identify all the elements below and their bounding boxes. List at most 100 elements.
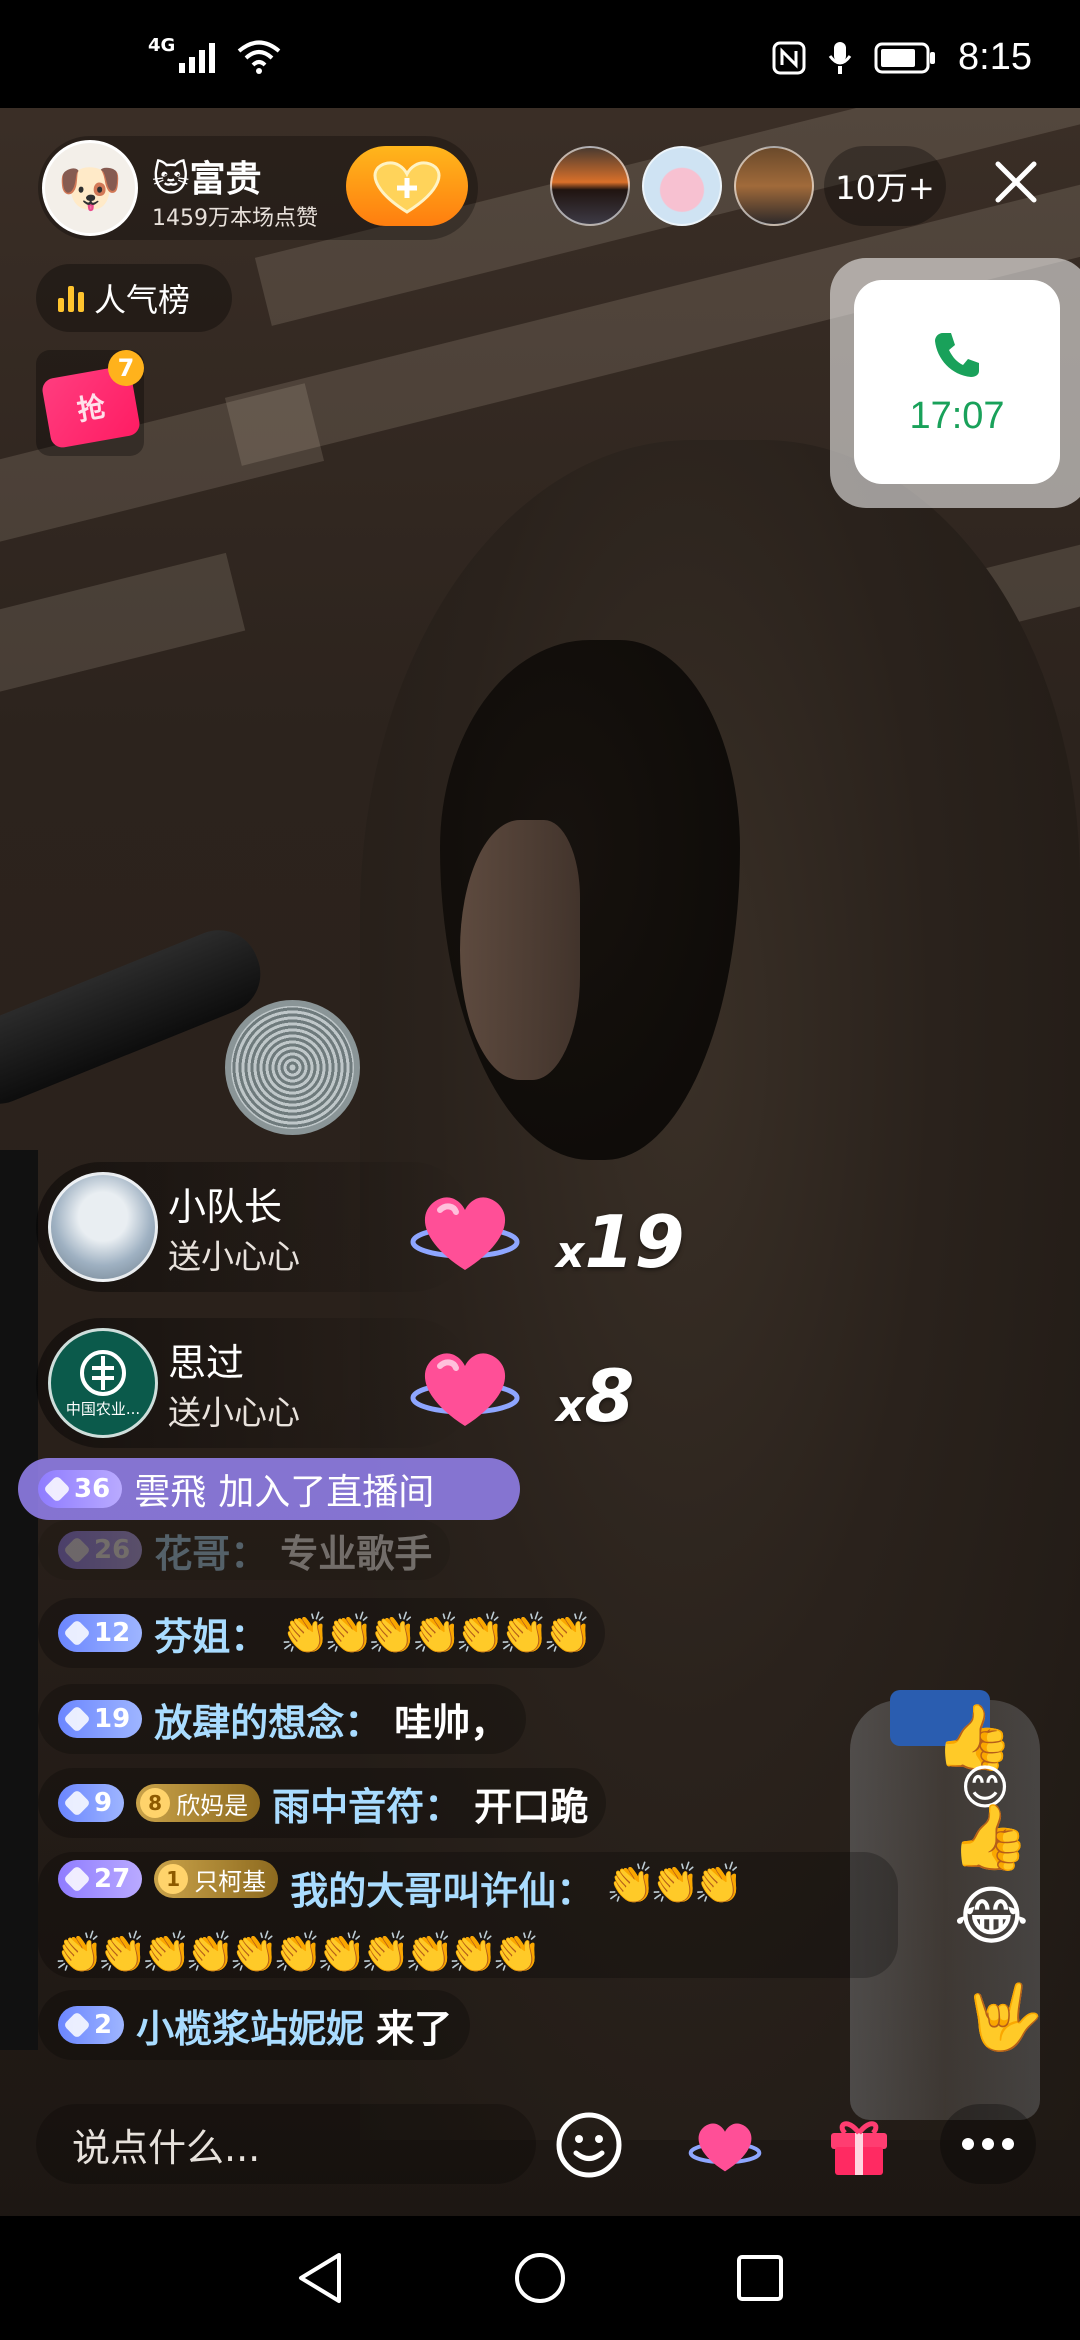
close-icon (995, 161, 1037, 203)
gem-icon (63, 1536, 91, 1564)
battery-icon (874, 42, 936, 73)
floating-laugh-icon: 😂 (954, 1880, 1029, 1954)
microphone-head (225, 1000, 360, 1135)
chat-username[interactable]: 小榄浆站妮妮 (136, 1998, 364, 2053)
gift-box-icon (831, 2121, 887, 2175)
wall-light-stripe (0, 552, 246, 704)
close-button[interactable] (986, 156, 1046, 216)
chat-text: 👏👏👏 (606, 1861, 743, 1907)
chat-username[interactable]: 放肆的想念： (154, 1692, 382, 1747)
user-level-badge: 27 (58, 1860, 143, 1898)
chart-bars-icon (58, 284, 84, 312)
chat-text: 开口跪 (474, 1784, 589, 1829)
status-right: 8:15 (772, 36, 1032, 79)
emoji-button[interactable] (544, 2100, 634, 2190)
mic-stand (0, 1150, 38, 2050)
gift-username-2: 思过 (168, 1341, 245, 1385)
back-triangle-icon (299, 2253, 341, 2303)
join-notice: 36 雲飛 加入了直播间 (18, 1458, 520, 1520)
chat-message[interactable]: 12 芬姐： 👏👏👏👏👏👏👏 (38, 1598, 605, 1668)
more-dot-icon (1002, 2138, 1014, 2150)
gift-count-2: x8 (556, 1354, 635, 1438)
recents-square-icon (737, 2255, 783, 2301)
gift-button[interactable] (814, 2100, 904, 2190)
chat-text: 哇帅， (394, 1700, 509, 1745)
fan-club-badge: 1 只柯基 (154, 1860, 279, 1898)
gem-icon (63, 1705, 91, 1733)
viewer-avatar-3[interactable] (734, 146, 814, 226)
more-dot-icon (962, 2138, 974, 2150)
red-packet-badge: 7 (108, 350, 144, 386)
gift-user-avatar-1[interactable] (48, 1172, 158, 1282)
wifi-icon (238, 40, 281, 74)
gift-username-1: 小队长 (168, 1185, 283, 1229)
gem-icon (63, 2011, 91, 2039)
comment-input[interactable]: 说点什么... (36, 2104, 536, 2184)
chat-username[interactable]: 芬姐： (154, 1606, 268, 1661)
system-nav-bar (0, 2216, 1080, 2340)
anchor-avatar[interactable]: 🐶 (42, 140, 138, 236)
status-left: 4G (148, 35, 281, 74)
chat-username[interactable]: 我的大哥叫许仙： (290, 1860, 594, 1915)
chat-text: 👏👏👏👏👏👏👏 (280, 1610, 593, 1657)
more-button[interactable] (940, 2104, 1036, 2184)
gem-icon (43, 1475, 71, 1503)
clock: 8:15 (958, 36, 1032, 78)
chat-message[interactable]: 26 花哥： 专业歌手 (38, 1520, 451, 1580)
user-level-badge: 36 (38, 1470, 123, 1508)
home-circle-icon (515, 2253, 565, 2303)
gem-icon (63, 1865, 91, 1893)
chat-username[interactable]: 花哥： (154, 1523, 268, 1578)
user-level-badge: 19 (58, 1700, 143, 1738)
chat-message[interactable]: 19 放肆的想念： 哇帅， (38, 1684, 527, 1754)
status-bar: 4G 8:15 (0, 0, 1080, 108)
user-level-badge: 2 (58, 2006, 125, 2044)
floating-rock-hand-icon: 🤟 (964, 1981, 1044, 2055)
dog-icon: 🐶 (57, 158, 123, 219)
network-type: 4G (148, 34, 176, 56)
heart-gift-icon (410, 1197, 520, 1270)
chat-text-continued: 👏👏👏👏👏👏👏👏👏👏👏 (54, 1930, 542, 1976)
gift-action-2: 送小心心 (168, 1393, 300, 1432)
fan-club-badge: 8 欣妈是 (136, 1784, 261, 1822)
like-button[interactable] (680, 2100, 770, 2190)
anchor-likes: 1459万本场点赞 (152, 206, 318, 231)
bank-logo-icon (80, 1349, 126, 1396)
signal-icon (179, 43, 216, 73)
avatar-caption: 中国农业... (65, 1399, 141, 1418)
join-text: 加入了直播间 (218, 1472, 435, 1513)
popularity-ranking[interactable]: 人气榜 (36, 264, 232, 332)
nav-recents-button[interactable] (720, 2238, 800, 2318)
chat-text: 来了 (376, 2006, 453, 2051)
call-card[interactable]: 17:07 (854, 280, 1060, 484)
heart-gift-icon (410, 1353, 520, 1426)
chat-message[interactable]: 2 小榄浆站妮妮 来了 (38, 1990, 471, 2060)
gem-icon (63, 1789, 91, 1817)
gift-user-avatar-2[interactable]: 中国农业... (48, 1328, 158, 1438)
join-username[interactable]: 雲飛 (134, 1463, 206, 1515)
nav-back-button[interactable] (280, 2238, 360, 2318)
chat-username[interactable]: 雨中音符： (272, 1776, 462, 1831)
smiley-icon (556, 2112, 622, 2178)
chat-message[interactable]: 27 1 只柯基 我的大哥叫许仙： 👏👏👏 👏👏👏👏👏👏👏👏👏👏👏 (38, 1852, 898, 1978)
phone-icon (935, 332, 979, 377)
heart-plus-icon (373, 161, 441, 214)
red-packet-text: 抢 (74, 389, 108, 428)
user-level-badge: 26 (58, 1531, 143, 1569)
gem-icon (63, 1619, 91, 1647)
user-level-badge: 12 (58, 1614, 143, 1652)
heart-icon (688, 2123, 762, 2172)
mic-icon (828, 41, 852, 74)
follow-button[interactable] (346, 146, 468, 226)
viewer-avatar-2[interactable] (642, 146, 722, 226)
viewer-count[interactable]: 10万+ (824, 146, 946, 226)
nav-home-button[interactable] (500, 2238, 580, 2318)
nfc-icon (772, 41, 806, 74)
anchor-name: 🐱富贵 (152, 159, 262, 200)
chat-message[interactable]: 9 8 欣妈是 雨中音符： 开口跪 (38, 1768, 607, 1838)
viewer-avatar-1[interactable] (550, 146, 630, 226)
chat-text: 专业歌手 (280, 1531, 433, 1576)
ranking-label: 人气榜 (94, 281, 191, 319)
more-dot-icon (982, 2138, 994, 2150)
user-level-badge: 9 (58, 1784, 125, 1822)
